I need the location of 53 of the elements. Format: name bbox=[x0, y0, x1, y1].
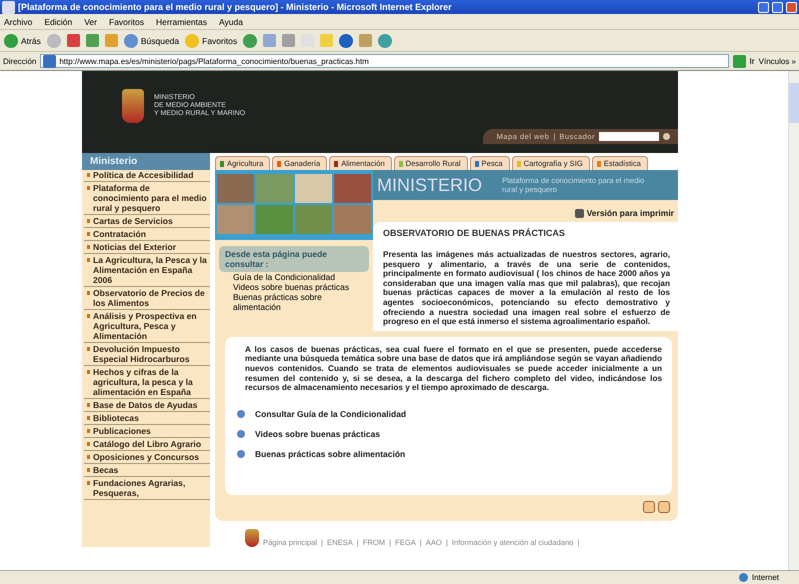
sidebar-item[interactable]: Base de Datos de Ayudas bbox=[84, 400, 210, 412]
links-button[interactable]: Vínculos » bbox=[758, 56, 796, 66]
content-link[interactable]: Videos sobre buenas prácticas bbox=[237, 428, 662, 439]
print-version-link[interactable]: Versión para imprimir bbox=[574, 208, 674, 218]
sidebar-item[interactable]: Devolución Impuesto Especial Hidrocarburos bbox=[84, 344, 210, 366]
photo-placeholder bbox=[217, 174, 254, 203]
sidebar-item[interactable]: Análisis y Prospectiva en Agricultura, Pesca y Alimentación bbox=[84, 311, 210, 343]
photo-placeholder bbox=[217, 205, 254, 234]
menu-item[interactable]: Favoritos bbox=[109, 16, 144, 26]
address-field[interactable]: http://www.mapa.es/es/ministerio/pags/Plataforma_conocimiento/buenas_practicas.htm bbox=[40, 54, 730, 68]
favorites-button[interactable]: Favoritos bbox=[185, 34, 238, 48]
banner-title: MINISTERIO bbox=[377, 174, 482, 196]
photo-placeholder bbox=[256, 205, 293, 234]
sidebar-item[interactable]: Becas bbox=[84, 465, 210, 477]
search-button[interactable]: Búsqueda bbox=[124, 34, 180, 48]
search-field[interactable] bbox=[599, 132, 659, 141]
content-link[interactable]: Buenas prácticas sobre alimentación bbox=[237, 448, 662, 459]
photo-placeholder bbox=[334, 174, 371, 203]
photo-placeholder bbox=[295, 205, 332, 234]
body-paragraph: A los casos de buenas prácticas, sea cual fuere el formato en el que se presenten, puede accederse mediante una búsqueda temática sobre una base de datos que irá ampliándose según se vayan añadiendo nuevos contenidos. Cuando se trata de elementos audiovisuales se puede acceder inicialmente a un resumen del contenido y, si se desea, a la descarga del fichero completo del video, indicándose los recursos de almacenamiento necesarios y el tiempo aproximado de descarga. bbox=[244, 344, 662, 393]
zone-label: Internet bbox=[752, 573, 779, 582]
consult-list-item: Videos sobre buenas prácticas bbox=[232, 282, 350, 292]
content-link[interactable]: Consultar Guía de la Condicionalidad bbox=[237, 408, 662, 419]
photo-placeholder bbox=[256, 174, 293, 203]
menu-item[interactable]: Edición bbox=[44, 16, 72, 26]
consult-list-item: Guía de la Condicionalidad bbox=[232, 272, 336, 282]
sidebar-item[interactable]: La Agricultura, la Pesca y la Alimentación en España 2006 bbox=[84, 255, 210, 287]
sidebar-item[interactable]: Bibliotecas bbox=[84, 413, 210, 425]
sidebar-item[interactable]: Cartas de Servicios bbox=[84, 216, 210, 228]
sidebar-item[interactable]: Observatorio de Precios de los Alimentos bbox=[84, 288, 210, 310]
photo-placeholder bbox=[295, 174, 332, 203]
sidebar-item[interactable]: Publicaciones bbox=[84, 426, 210, 438]
sidebar-item[interactable]: Política de Accesibilidad bbox=[84, 170, 210, 182]
back-button[interactable]: Atrás bbox=[4, 34, 41, 48]
sidebar-item[interactable]: Contratación bbox=[84, 229, 210, 241]
menu-item[interactable]: Archivo bbox=[4, 16, 32, 26]
sidebar-title: Ministerio bbox=[82, 153, 210, 170]
sidebar-item[interactable]: Hechos y cifras de la agricultura, la pesca y la alimentación en España bbox=[84, 367, 210, 399]
menu-item[interactable]: Ver bbox=[84, 16, 97, 26]
window-title: [Plataforma de conocimiento para el medio rural y pesquero] - Ministerio - Microsoft Internet Explorer bbox=[18, 2, 453, 12]
address-label: Dirección bbox=[3, 56, 36, 66]
page-heading: OBSERVATORIO DE BUENAS PRÁCTICAS bbox=[383, 228, 566, 238]
consult-box-title: Desde esta página puede consultar : bbox=[219, 246, 369, 272]
sidebar-item[interactable]: Fundaciones Agrarias, Pesqueras, bbox=[84, 478, 210, 500]
menu-item[interactable]: Ayuda bbox=[219, 16, 243, 26]
intro-paragraph: Presenta las imágenes más actualizadas de nuestros sectores, agrario, pesquero y alimentario, a través de una serie de contenidos, principalmente en formato audiovisual ( los chinos de hace 2000 años ya consideraban que una imagen valía mas que mil palabras), que recojan buenas prácticas capaces de mover a la emulación al resto de los agentes socioeconómicos, potenciando su efecto demostrativo y ofreciendo a nuestra sociedad una imagen real sobre el esfuerzo de progreso en el que está inmerso el sistema agroalimentario español. bbox=[383, 250, 670, 327]
menu-item[interactable]: Herramientas bbox=[156, 16, 207, 26]
sidebar-item[interactable]: Plataforma de conocimiento para el medio rural y pesquero bbox=[84, 183, 210, 215]
sidebar-item[interactable]: Catálogo del Libro Agrario bbox=[84, 439, 210, 451]
photo-placeholder bbox=[334, 205, 371, 234]
consult-list-item: Buenas prácticas sobre alimentación bbox=[232, 292, 323, 312]
sidebar-item[interactable]: Noticias del Exterior bbox=[84, 242, 210, 254]
sidebar-item[interactable]: Oposiciones y Concursos bbox=[84, 452, 210, 464]
